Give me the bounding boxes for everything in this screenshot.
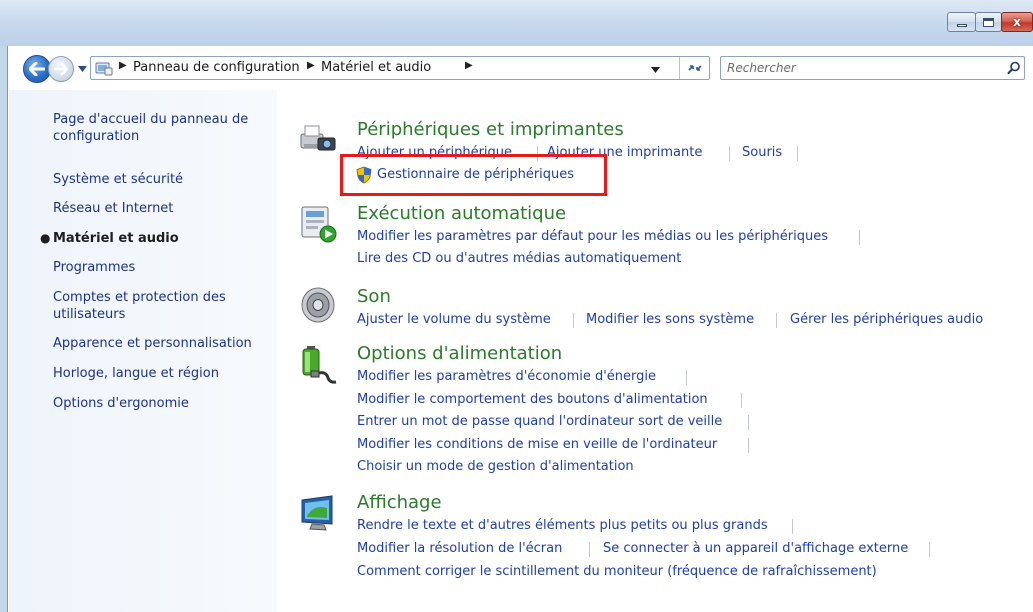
category-title-display[interactable]: Affichage: [357, 492, 442, 514]
search-box[interactable]: [720, 56, 1025, 80]
forward-button[interactable]: [48, 56, 74, 82]
category-title-devices-printers[interactable]: Périphériques et imprimantes: [357, 119, 624, 141]
printer-camera-icon[interactable]: [298, 118, 338, 158]
monitor-icon[interactable]: [298, 494, 338, 534]
control-panel-window: x ▶ Panneau de configuration ▶ Matériel …: [0, 0, 1033, 612]
link-adjust-screen-resolution[interactable]: Modifier la résolution de l'écran: [357, 541, 562, 557]
link-separator: [859, 230, 860, 245]
search-input[interactable]: [727, 60, 987, 76]
sidebar-item-control-panel-home[interactable]: Page d'accueil du panneau de configurati…: [53, 111, 273, 145]
sidebar-item-programs[interactable]: Programmes: [53, 259, 135, 276]
maximize-button[interactable]: [975, 12, 1002, 32]
back-button[interactable]: [23, 55, 51, 83]
link-mouse[interactable]: Souris: [742, 145, 782, 161]
link-manage-audio-devices[interactable]: Gérer les périphériques audio: [790, 312, 983, 328]
link-separator: [797, 146, 798, 161]
link-change-power-buttons[interactable]: Modifier le comportement des boutons d'a…: [357, 392, 708, 408]
refresh-icon: [687, 65, 702, 71]
sidebar-item-user-accounts[interactable]: Comptes et protection des utilisateurs: [53, 289, 273, 323]
sidebar-item-network-internet[interactable]: Réseau et Internet: [53, 200, 173, 217]
breadcrumb-separator-icon[interactable]: ▶: [465, 60, 473, 71]
battery-icon[interactable]: [298, 344, 338, 384]
category-title-sound[interactable]: Son: [357, 286, 391, 308]
sidebar: Page d'accueil du panneau de configurati…: [9, 90, 277, 612]
control-panel-icon: [95, 62, 113, 76]
link-separator: [776, 313, 777, 328]
link-separator: [589, 542, 590, 557]
breadcrumb-separator-icon[interactable]: ▶: [119, 60, 127, 71]
sidebar-item-clock-language-region[interactable]: Horloge, langue et région: [53, 365, 219, 382]
breadcrumb-hardware-sound[interactable]: Matériel et audio: [321, 60, 431, 75]
breadcrumb-control-panel[interactable]: Panneau de configuration: [133, 60, 300, 75]
link-separator: [792, 519, 793, 534]
category-title-power-options[interactable]: Options d'alimentation: [357, 343, 562, 365]
link-choose-power-plan[interactable]: Choisir un mode de gestion d'alimentatio…: [357, 459, 634, 475]
close-icon: x: [1013, 15, 1021, 29]
link-separator: [686, 370, 687, 385]
speaker-icon[interactable]: [298, 285, 338, 325]
link-make-text-larger-smaller[interactable]: Rendre le texte et d'autres éléments plu…: [357, 518, 768, 534]
link-separator: [748, 438, 749, 453]
link-separator: [929, 542, 930, 557]
sidebar-item-ease-of-access[interactable]: Options d'ergonomie: [53, 395, 189, 412]
link-connect-external-display[interactable]: Se connecter à un appareil d'affichage e…: [603, 541, 908, 557]
link-separator: [741, 393, 742, 408]
link-fix-monitor-flicker[interactable]: Comment corriger le scintillement du mon…: [357, 564, 877, 580]
forward-arrow-icon: [54, 63, 68, 75]
chevron-down-icon: [651, 67, 660, 73]
close-button[interactable]: x: [1001, 12, 1033, 32]
sidebar-item-hardware-sound: Matériel et audio: [53, 231, 179, 246]
link-require-password-on-wakeup[interactable]: Entrer un mot de passe quand l'ordinateu…: [357, 414, 722, 430]
link-change-sleep-settings[interactable]: Modifier les conditions de mise en veill…: [357, 437, 717, 453]
refresh-button[interactable]: [679, 57, 709, 79]
sidebar-item-system-security[interactable]: Système et sécurité: [53, 171, 183, 188]
maximize-icon: [983, 17, 994, 27]
highlight-annotation: [340, 154, 607, 196]
search-icon[interactable]: [1007, 61, 1021, 75]
recent-pages-dropdown[interactable]: [76, 63, 88, 75]
chevron-down-icon: [77, 66, 87, 72]
active-bullet: ●: [40, 231, 51, 245]
link-change-default-media-settings[interactable]: Modifier les paramètres par défaut pour …: [357, 229, 828, 245]
window-border: [0, 46, 8, 612]
autoplay-icon[interactable]: [298, 204, 338, 244]
address-bar[interactable]: ▶ Panneau de configuration ▶ Matériel et…: [90, 56, 710, 80]
link-change-power-saving-settings[interactable]: Modifier les paramètres d'économie d'éne…: [357, 369, 656, 385]
back-arrow-icon: [29, 62, 45, 76]
breadcrumb-separator-icon[interactable]: ▶: [307, 60, 315, 71]
link-adjust-system-volume[interactable]: Ajuster le volume du système: [357, 312, 551, 328]
link-separator: [573, 313, 574, 328]
minimize-button[interactable]: [947, 12, 976, 32]
sidebar-item-appearance[interactable]: Apparence et personnalisation: [53, 335, 252, 352]
link-change-system-sounds[interactable]: Modifier les sons système: [586, 312, 754, 328]
link-separator: [729, 146, 730, 161]
category-title-autoplay[interactable]: Exécution automatique: [357, 203, 566, 225]
link-separator: [748, 415, 749, 430]
minimize-icon: [956, 24, 967, 27]
title-bar[interactable]: [0, 0, 1033, 46]
link-play-cds-automatically[interactable]: Lire des CD ou d'autres médias automatiq…: [357, 251, 681, 267]
address-dropdown-button[interactable]: [651, 62, 663, 74]
